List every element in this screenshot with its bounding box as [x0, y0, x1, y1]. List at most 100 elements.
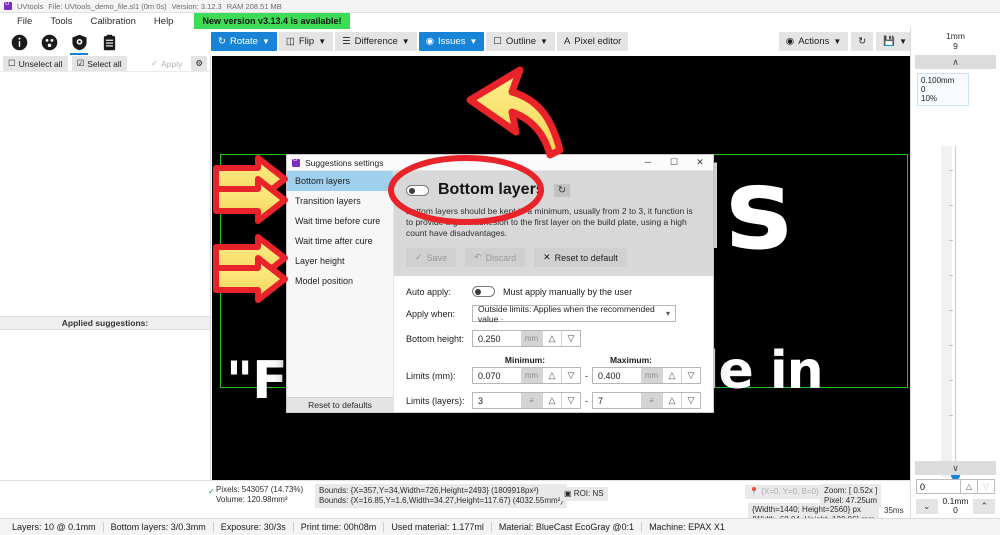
issues-label: Issues [438, 36, 466, 47]
rotate-icon: ↻ [218, 36, 226, 47]
menu-bar: File Tools Calibration Help New version … [0, 13, 1000, 29]
stepper-up-icon[interactable]: △ [662, 393, 681, 408]
limits-layers-min-value[interactable]: 3 [473, 393, 521, 408]
auto-apply-toggle[interactable] [472, 286, 495, 297]
issues-icon: ◉ [425, 36, 434, 47]
limits-layers-min-stepper[interactable]: 3 ≡ △ ▽ [472, 392, 581, 409]
maximize-icon[interactable]: ☐ [661, 157, 687, 168]
roi-chip[interactable]: ▣ ROI: NS [560, 487, 608, 501]
bottom-height-stepper[interactable]: 0.250 mm △ ▽ [472, 330, 581, 347]
difference-icon: ☰ [342, 36, 351, 47]
stepper-up-icon[interactable]: △ [961, 479, 978, 494]
dialog-title-text: Suggestions settings [305, 157, 384, 168]
dialog-app-logo-icon [292, 157, 300, 167]
save-button[interactable]: 💾 ▼ [876, 32, 914, 51]
jump-to-bottom-button[interactable]: ⌄ [916, 498, 938, 514]
limits-headers: Minimum: Maximum: [472, 355, 713, 365]
layer-down-button[interactable]: ∨ [915, 461, 996, 475]
rotate-button[interactable]: ↻ Rotate ▼ [211, 32, 277, 51]
layer-navigation-sidebar: 1mm 9 ∧ 0.100mm 0 10% ∨ △ ▽ ⌄ 0.1mm 0 ⌃ [910, 28, 1000, 535]
menu-item-file[interactable]: File [8, 15, 41, 28]
jump-to-top-button[interactable]: ⌃ [973, 498, 995, 514]
outline-label: Outline [505, 36, 537, 47]
stepper-down-icon[interactable]: ▽ [561, 393, 580, 408]
bottom-height-value[interactable]: 0.250 [473, 331, 521, 346]
unselect-all-button[interactable]: ☐ Unselect all [3, 56, 68, 71]
bounds-chip[interactable]: Bounds: {X=357,Y=34,Width=726,Height=249… [315, 484, 568, 508]
limits-mm-label: Limits (mm): [406, 370, 456, 381]
apply-button[interactable]: ✓ Apply [146, 56, 187, 71]
refresh-button[interactable]: ↻ [851, 32, 874, 51]
limits-layers-max-value[interactable]: 7 [593, 393, 641, 408]
stepper-down-icon[interactable]: ▽ [561, 368, 580, 383]
layer-up-button[interactable]: ∧ [915, 55, 996, 69]
difference-button[interactable]: ☰ Difference ▼ [335, 32, 417, 51]
layer-number-input[interactable] [916, 479, 961, 494]
limits-layers-label: Limits (layers): [406, 395, 465, 406]
dialog-item-wait-time-before-cure[interactable]: Wait time before cure [287, 211, 393, 231]
limits-layers-max-stepper[interactable]: 7 ≡ △ ▽ [592, 392, 701, 409]
flip-button[interactable]: ◫ Flip ▼ [278, 32, 334, 51]
outline-button[interactable]: ☐ Outline ▼ [486, 32, 555, 51]
pixels-volume-info: ✓ Pixels: 543057 (14.73%) Volume: 120.98… [208, 485, 303, 505]
range-dash: - [585, 395, 588, 406]
maximum-header: Maximum: [609, 355, 653, 365]
stepper-up-icon[interactable]: △ [542, 393, 561, 408]
apply-label: Apply [161, 58, 183, 69]
stepper-down-icon[interactable]: ▽ [681, 393, 700, 408]
discard-label: Discard [485, 252, 517, 263]
layer-number-stepper[interactable]: △ ▽ [916, 479, 995, 494]
settings-gear-button[interactable]: ⚙ [191, 56, 207, 71]
limits-mm-max-unit: mm [641, 368, 662, 383]
minimize-icon[interactable]: ─ [635, 157, 661, 168]
pixel-editor-button[interactable]: A Pixel editor [556, 32, 629, 51]
information-icon[interactable] [8, 32, 30, 54]
dialog-item-wait-time-after-cure[interactable]: Wait time after cure [287, 231, 393, 251]
slider-tick [949, 170, 953, 171]
stepper-down-icon[interactable]: ▽ [561, 331, 580, 346]
issues-warning-icon[interactable] [38, 32, 60, 54]
stepper-up-icon[interactable]: △ [662, 368, 681, 383]
discard-button[interactable]: ↶ Discard [465, 248, 526, 267]
clipboard-icon[interactable] [98, 32, 120, 54]
save-button[interactable]: ✓ Save [406, 248, 457, 267]
dialog-item-layer-height[interactable]: Layer height [287, 251, 393, 271]
limits-mm-min-value[interactable]: 0.070 [473, 368, 521, 383]
menu-item-help[interactable]: Help [145, 15, 183, 28]
layer-slider-track[interactable] [955, 146, 956, 477]
reset-to-defaults-button[interactable]: Reset to defaults [287, 397, 393, 412]
reset-to-default-label: Reset to default [554, 252, 618, 263]
dialog-item-transition-layers[interactable]: Transition layers [287, 191, 393, 211]
range-dash: - [585, 370, 588, 381]
menu-item-tools[interactable]: Tools [41, 15, 81, 28]
limits-mm-min-stepper[interactable]: 0.070 mm △ ▽ [472, 367, 581, 384]
stepper-up-icon[interactable]: △ [542, 331, 561, 346]
enable-toggle[interactable] [406, 184, 429, 196]
menu-item-calibration[interactable]: Calibration [82, 15, 145, 28]
suggestions-settings-dialog[interactable]: Suggestions settings ─ ☐ ✕ Bottom layers… [286, 154, 714, 413]
volume-value: Volume: 120.98mm³ [216, 495, 288, 504]
limits-mm-max-stepper[interactable]: 0.400 mm △ ▽ [592, 367, 701, 384]
print-info-footer: Layers: 10 @ 0.1mm Bottom layers: 3/0.3m… [0, 518, 1000, 535]
limits-mm-max-value[interactable]: 0.400 [593, 368, 641, 383]
dialog-item-model-position[interactable]: Model position [287, 271, 393, 291]
close-icon[interactable]: ✕ [687, 157, 713, 168]
issues-button[interactable]: ◉ Issues ▼ [418, 32, 485, 51]
stepper-down-icon[interactable]: ▽ [681, 368, 700, 383]
auto-apply-text: Must apply manually by the user [503, 286, 633, 297]
apply-when-select[interactable]: Outside limits: Applies when the recomme… [472, 304, 676, 324]
new-version-banner[interactable]: New version v3.13.4 is available! [194, 13, 350, 29]
actions-button[interactable]: ◉ Actions ▼ [778, 32, 849, 51]
refresh-icon[interactable]: ↻ [553, 183, 571, 197]
shield-gear-icon[interactable] [68, 32, 90, 55]
stepper-down-icon[interactable]: ▽ [978, 479, 995, 494]
layer-readout-percent: 10% [921, 94, 938, 103]
chevron-down-icon: ▼ [261, 37, 270, 46]
gear-icon: ⚙ [195, 58, 203, 68]
dialog-item-bottom-layers[interactable]: Bottom layers [287, 171, 393, 191]
select-all-button[interactable]: ☑ Select all [71, 56, 127, 71]
auto-apply-label: Auto apply: [406, 286, 452, 297]
stepper-up-icon[interactable]: △ [542, 368, 561, 383]
reset-to-default-button[interactable]: ✕ Reset to default [534, 248, 627, 267]
suggestions-list[interactable] [0, 73, 210, 450]
